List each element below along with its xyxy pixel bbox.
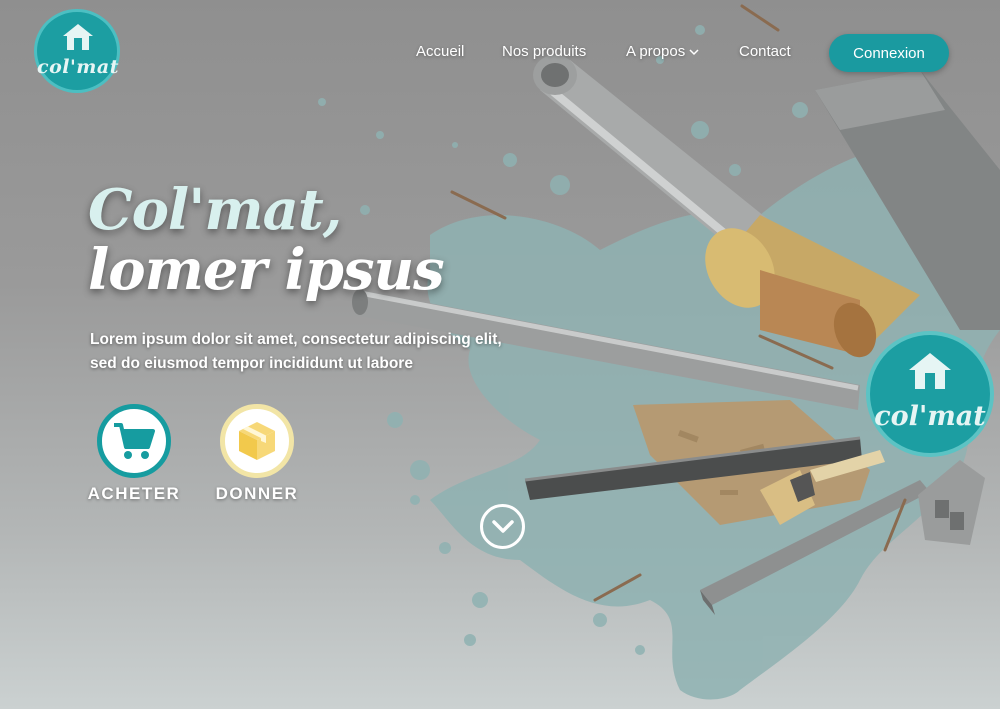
- nav-item-a-propos-label: A propos: [626, 43, 686, 60]
- nav-item-nos-produits[interactable]: Nos produits: [502, 43, 586, 60]
- hero-subtitle-line2: sed do eiusmod tempor incididunt ut labo…: [90, 355, 413, 372]
- box-icon: [239, 422, 275, 460]
- chevron-down-circle-icon: [491, 519, 514, 533]
- donate-button[interactable]: DONNER: [207, 404, 307, 504]
- house-hands-icon: [909, 353, 951, 389]
- hero-section: col'mat Accueil Nos produits A propos Co…: [0, 0, 1000, 709]
- badge-text: col'mat: [874, 401, 986, 432]
- buy-label: ACHETER: [87, 484, 181, 503]
- hero-subtitle: Lorem ipsum dolor sit amet, consectetur …: [90, 328, 520, 376]
- hero-title-line2: lomer ipsus: [88, 237, 445, 303]
- donate-circle: [220, 404, 294, 478]
- hero-subtitle-line1: Lorem ipsum dolor sit amet, consectetur …: [90, 331, 502, 348]
- buy-button[interactable]: ACHETER: [84, 404, 184, 504]
- hero-title: Col'mat, lomer ipsus: [88, 180, 508, 300]
- hero-title-line1: Col'mat,: [88, 177, 342, 243]
- chevron-down-icon: [689, 43, 699, 60]
- shopping-cart-icon: [114, 423, 155, 459]
- nav-item-a-propos[interactable]: A propos: [626, 43, 699, 60]
- scroll-down-button[interactable]: [480, 504, 525, 549]
- buy-circle: [97, 404, 171, 478]
- donate-label: DONNER: [215, 484, 299, 503]
- brand-badge: col'mat: [866, 331, 994, 457]
- nav-item-accueil[interactable]: Accueil: [416, 43, 464, 60]
- login-button[interactable]: Connexion: [829, 34, 949, 72]
- nav-item-contact[interactable]: Contact: [739, 43, 791, 60]
